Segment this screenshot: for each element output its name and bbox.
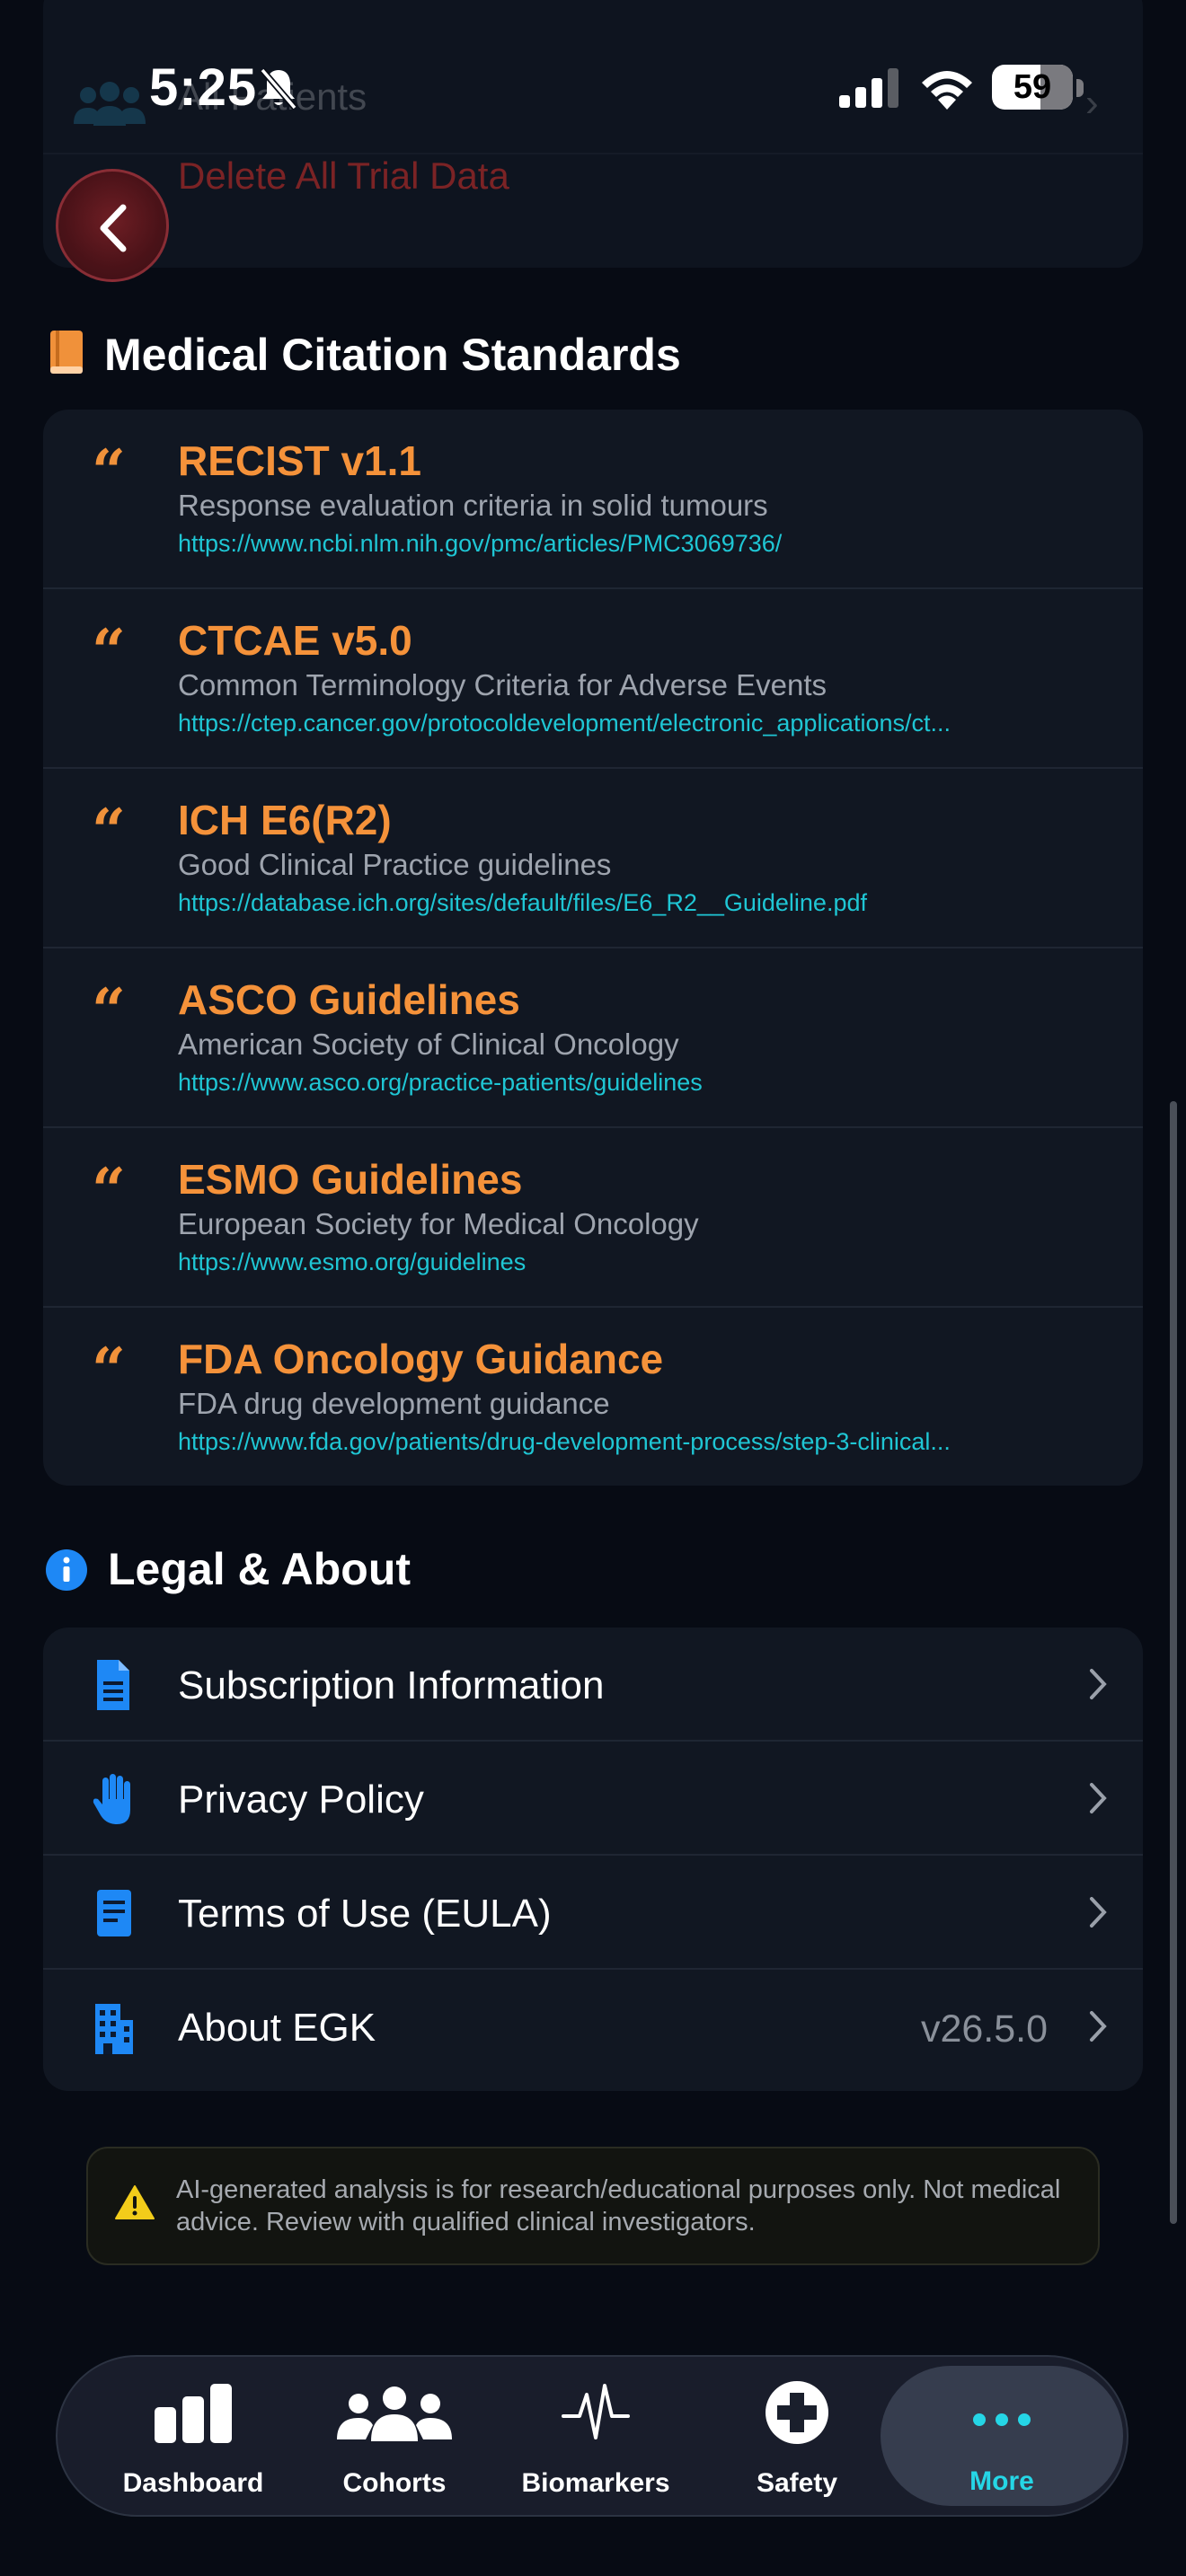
people-icon [337,2386,452,2441]
back-button[interactable] [56,169,169,282]
bell-slash-icon [260,67,297,110]
book-icon [50,331,83,374]
citation-link[interactable]: https://www.ncbi.nlm.nih.gov/pmc/article… [178,530,1103,558]
chevron-right-icon [1090,1669,1107,1699]
quote-icon: “ [92,1335,126,1405]
document-icon [97,1660,129,1710]
medical-cross-icon [766,2381,828,2444]
disclaimer-text: AI-generated analysis is for research/ed… [176,2175,1061,2236]
quote-icon: “ [92,616,126,686]
about-egk-label: About EGK [178,2006,376,2050]
tab-label: More [969,2466,1034,2496]
chevron-right-icon [1090,2011,1107,2042]
chevron-left-icon [100,204,127,252]
terms-of-use-row[interactable]: Terms of Use (EULA) [43,1856,1143,1970]
citation-title: FDA Oncology Guidance [178,1336,664,1382]
tab-dashboard[interactable]: Dashboard [92,2357,295,2515]
citation-item[interactable]: “ RECIST v1.1 Response evaluation criter… [43,410,1143,589]
info-icon [46,1549,87,1591]
pulse-icon [562,2384,630,2439]
app-version: v26.5.0 [920,2007,1048,2051]
legal-section-title: Legal & About [108,1544,412,1594]
privacy-policy-row[interactable]: Privacy Policy [43,1742,1143,1856]
status-time: 5:25 [149,58,258,117]
citation-subtitle: American Society of Clinical Oncology [178,1028,679,1061]
ai-disclaimer-banner: AI-generated analysis is for research/ed… [86,2147,1100,2265]
terms-of-use-label: Terms of Use (EULA) [178,1892,552,1936]
about-egk-row[interactable]: About EGK v26.5.0 [43,1970,1143,2091]
citation-title: RECIST v1.1 [178,437,421,484]
quote-icon: “ [92,975,126,1045]
tab-label: Dashboard [122,2468,264,2498]
citation-subtitle: Common Terminology Criteria for Adverse … [178,668,828,701]
warning-icon [115,2185,155,2219]
subscription-information-row[interactable]: Subscription Information [43,1628,1143,1742]
citation-title: ESMO Guidelines [178,1156,523,1203]
tab-cohorts[interactable]: Cohorts [293,2357,496,2515]
tab-label: Cohorts [342,2468,447,2498]
legal-card: Subscription Information Privacy Policy … [43,1628,1143,2091]
tab-safety[interactable]: Safety [695,2357,898,2515]
chevron-right-icon [1090,1783,1107,1813]
hand-icon [93,1774,130,1824]
status-bar: 5:25 59 [0,0,1186,180]
citation-subtitle: Good Clinical Practice guidelines [178,848,612,881]
citation-item[interactable]: “ CTCAE v5.0 Common Terminology Criteria… [43,589,1143,769]
ellipsis-icon [973,2413,1031,2426]
tab-bar: Dashboard Cohorts Biomarkers Safety More [56,2355,1128,2517]
citations-section-title: Medical Citation Standards [104,330,681,380]
citation-title: ICH E6(R2) [178,797,392,843]
citation-title: CTCAE v5.0 [178,617,412,664]
chevron-right-icon [1090,1897,1107,1928]
quote-icon: “ [92,796,126,866]
citation-subtitle: FDA drug development guidance [178,1387,610,1420]
quote-icon: “ [92,1155,126,1225]
note-icon [97,1890,131,1936]
tab-label: Biomarkers [521,2468,670,2498]
citation-link[interactable]: https://www.esmo.org/guidelines [178,1248,1103,1276]
chart-bars-icon [155,2384,232,2443]
citation-item[interactable]: “ ICH E6(R2) Good Clinical Practice guid… [43,769,1143,948]
wifi-icon [922,71,972,110]
citation-item[interactable]: “ ASCO Guidelines American Society of Cl… [43,948,1143,1128]
subscription-information-label: Subscription Information [178,1663,605,1707]
battery-indicator: 59 [992,65,1073,110]
cellular-signal-icon [839,68,898,108]
citation-subtitle: European Society for Medical Oncology [178,1207,699,1240]
tab-label: Safety [756,2468,838,2498]
quote-icon: “ [92,437,126,507]
privacy-policy-label: Privacy Policy [178,1778,424,1822]
citation-link[interactable]: https://www.fda.gov/patients/drug-develo… [178,1428,1103,1456]
citation-link[interactable]: https://www.asco.org/practice-patients/g… [178,1069,1103,1097]
citation-item[interactable]: “ FDA Oncology Guidance FDA drug develop… [43,1308,1143,1486]
citation-link[interactable]: https://ctep.cancer.gov/protocoldevelopm… [178,710,1103,737]
tab-more[interactable]: More [881,2366,1123,2506]
citations-card: “ RECIST v1.1 Response evaluation criter… [43,410,1143,1486]
citation-link[interactable]: https://database.ich.org/sites/default/f… [178,889,1103,917]
battery-level: 59 [1013,68,1052,106]
scroll-indicator[interactable] [1170,1101,1177,2224]
citation-title: ASCO Guidelines [178,976,520,1023]
tab-biomarkers[interactable]: Biomarkers [494,2357,697,2515]
citation-item[interactable]: “ ESMO Guidelines European Society for M… [43,1128,1143,1308]
building-icon [95,2004,133,2054]
citation-subtitle: Response evaluation criteria in solid tu… [178,489,768,522]
